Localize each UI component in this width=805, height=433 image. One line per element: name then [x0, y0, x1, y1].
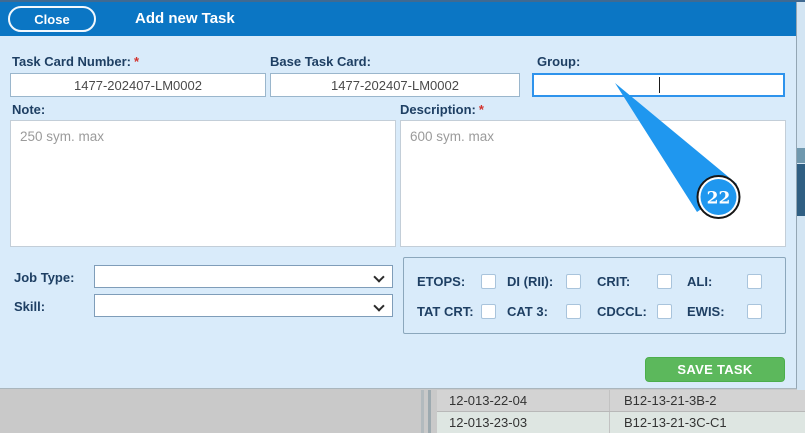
dialog-body: Task Card Number: * Base Task Card: Group… [0, 36, 796, 389]
note-label: Note: [12, 102, 46, 117]
save-task-button[interactable]: SAVE TASK [645, 357, 785, 382]
scrollbar-thumb[interactable] [797, 164, 805, 216]
dimmed-background: 12-013-22-04 B12-13-21-3B-2 12-013-23-03… [0, 390, 805, 433]
checkbox-ali[interactable] [747, 273, 762, 289]
scrollbar-segment [797, 148, 805, 163]
checkbox-etops[interactable] [481, 273, 496, 289]
crit-label: CRIT: [597, 273, 631, 289]
etops-label: ETOPS: [417, 273, 466, 289]
flags-row-1: ETOPS: DI (RII): CRIT: ALI: [417, 273, 762, 289]
description-label-text: Description: [400, 102, 476, 117]
description-label: Description: * [400, 102, 484, 117]
task-card-number-label: Task Card Number: * [12, 54, 139, 69]
table-cell-task-number: 12-013-22-04 [437, 390, 610, 411]
checkbox-cdccl[interactable] [657, 303, 672, 319]
checkbox-tat-crt[interactable] [481, 303, 496, 319]
table-cell-task-card: B12-13-21-3B-2 [624, 393, 717, 408]
required-marker: * [478, 102, 484, 117]
base-task-card-input[interactable] [270, 73, 520, 97]
tat-crt-label: TAT CRT: [417, 303, 474, 319]
add-new-task-dialog: Close Add new Task Task Card Number: * Ba… [0, 2, 797, 389]
add-new-task-screen: Close Add new Task Task Card Number: * Ba… [0, 0, 805, 433]
flags-panel: ETOPS: DI (RII): CRIT: ALI: TAT CRT: CAT… [403, 257, 786, 334]
chevron-down-icon [373, 300, 385, 312]
text-cursor [659, 77, 660, 93]
table-row: 12-013-22-04 B12-13-21-3B-2 [437, 390, 805, 412]
checkbox-crit[interactable] [657, 273, 672, 289]
table-row: 12-013-23-03 B12-13-21-3C-C1 [437, 412, 805, 433]
task-card-number-label-text: Task Card Number: [12, 54, 131, 69]
page-scrollbar [797, 2, 805, 390]
chevron-down-icon [373, 271, 385, 283]
table-cell-task-card: B12-13-21-3C-C1 [624, 415, 727, 430]
required-marker: * [133, 54, 140, 69]
description-textarea[interactable] [400, 120, 786, 247]
ewis-label: EWIS: [687, 303, 725, 319]
background-divider-line [421, 390, 424, 433]
background-divider-line [428, 390, 431, 433]
checkbox-ewis[interactable] [747, 303, 762, 319]
skill-select[interactable] [94, 294, 393, 317]
checkbox-di-rii[interactable] [566, 273, 581, 289]
flags-row-2: TAT CRT: CAT 3: CDCCL: EWIS: [417, 303, 762, 319]
dialog-title: Add new Task [135, 10, 235, 27]
task-card-number-input[interactable] [10, 73, 266, 97]
checkbox-cat-3[interactable] [566, 303, 581, 319]
close-button[interactable]: Close [8, 6, 96, 32]
group-label: Group: [537, 54, 581, 69]
table-cell-task-number: 12-013-23-03 [437, 412, 610, 433]
note-textarea[interactable] [10, 120, 396, 247]
job-type-label: Job Type: [14, 270, 75, 285]
skill-label: Skill: [14, 299, 46, 314]
base-task-card-label: Base Task Card: [270, 54, 371, 69]
cat-3-label: CAT 3: [507, 303, 548, 319]
cdccl-label: CDCCL: [597, 303, 647, 319]
background-task-table: 12-013-22-04 B12-13-21-3B-2 12-013-23-03… [437, 390, 805, 433]
dialog-header: Close Add new Task [0, 2, 796, 36]
job-type-select[interactable] [94, 265, 393, 288]
ali-label: ALI: [687, 273, 713, 289]
di-rii-label: DI (RII): [507, 273, 554, 289]
